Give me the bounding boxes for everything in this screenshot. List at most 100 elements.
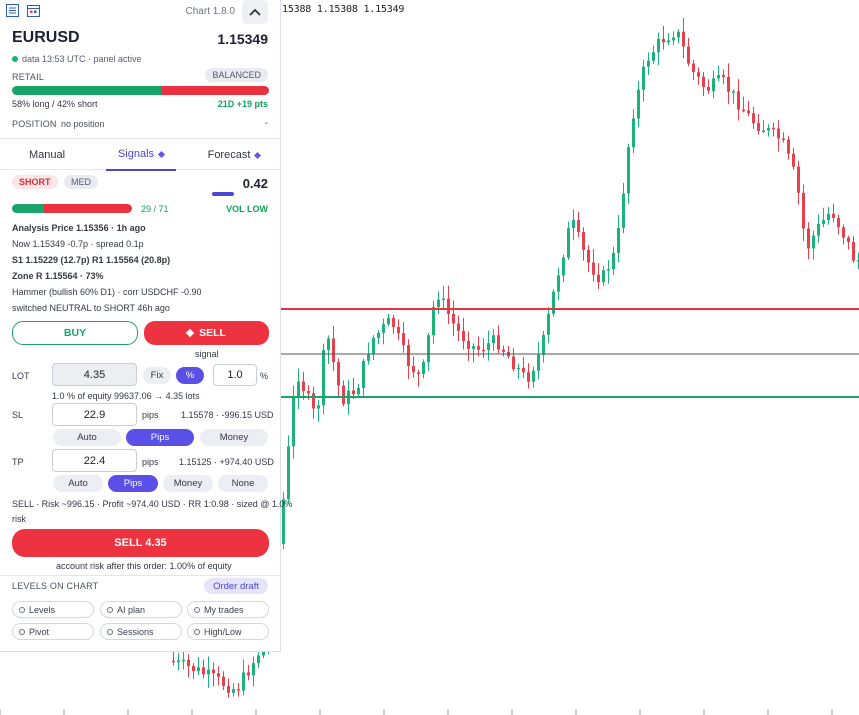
- candle-body: [452, 313, 455, 324]
- tab-manual-label: Manual: [28, 149, 66, 161]
- chip-high-low[interactable]: High/Low: [187, 623, 269, 640]
- lot-input[interactable]: 4.35: [52, 363, 137, 386]
- candle-body: [527, 372, 530, 382]
- sl-input[interactable]: 22.9: [52, 403, 137, 426]
- sell-button[interactable]: SELL: [144, 321, 269, 345]
- candle-body: [177, 660, 180, 663]
- tab-forecast[interactable]: Forecast: [198, 139, 270, 171]
- tp-mode-none[interactable]: None: [218, 475, 268, 492]
- candle-body: [467, 341, 470, 349]
- signal-direction-badge: SHORT: [12, 175, 58, 189]
- signal-caption: signal: [195, 349, 219, 359]
- candle-body: [207, 669, 210, 675]
- chevron-up-icon: [249, 8, 261, 16]
- sl-mode-pips[interactable]: Pips: [126, 429, 194, 446]
- candle-body: [197, 667, 200, 672]
- order-summary: SELL · Risk ~996.15 · Profit ~974.40 USD…: [12, 499, 293, 509]
- calendar-icon[interactable]: [27, 4, 40, 17]
- candle-body: [532, 370, 535, 382]
- candle-body: [682, 31, 685, 47]
- order-draft-button[interactable]: Order draft: [204, 578, 268, 594]
- candle-body: [847, 237, 850, 242]
- candle-body: [792, 153, 795, 167]
- sl-info: 1.15578 · -996.15 USD: [181, 410, 274, 420]
- analysis-pattern: Hammer (bullish 60% D1) · corr USDCHF -0…: [12, 287, 202, 297]
- retail-long-segment: [12, 86, 162, 95]
- candle-body: [312, 393, 315, 409]
- candle-body: [357, 387, 360, 395]
- tab-manual[interactable]: Manual: [12, 139, 82, 171]
- lot-percent-unit: %: [260, 371, 269, 381]
- candle-body: [417, 372, 420, 375]
- chip-my-trades[interactable]: My trades: [187, 601, 269, 618]
- candle-body: [767, 127, 770, 131]
- candle-body: [457, 323, 460, 331]
- candle-body: [632, 118, 635, 148]
- candle-body: [362, 360, 365, 388]
- submit-sell-button[interactable]: SELL 4.35: [12, 529, 269, 557]
- candle-body: [617, 227, 620, 253]
- levels-label: LEVELS ON CHART: [12, 581, 99, 591]
- chip-my-trades-label: My trades: [204, 604, 244, 615]
- collapse-button[interactable]: [242, 0, 268, 24]
- candle-body: [797, 166, 800, 193]
- tp-mode-money[interactable]: Money: [163, 475, 213, 492]
- chip-sessions[interactable]: Sessions: [100, 623, 182, 640]
- lot-percent-input[interactable]: 1.0: [213, 364, 257, 386]
- candle-body: [807, 228, 810, 249]
- candle-body: [772, 127, 775, 130]
- buy-button[interactable]: BUY: [12, 321, 138, 345]
- candle-body: [787, 139, 790, 154]
- chip-pivot[interactable]: Pivot: [12, 623, 94, 640]
- tp-input[interactable]: 22.4: [52, 449, 137, 472]
- tp-mode-auto[interactable]: Auto: [53, 475, 103, 492]
- tab-signals[interactable]: Signals: [106, 139, 176, 171]
- candle-body: [622, 193, 625, 228]
- buy-button-label: BUY: [63, 327, 87, 339]
- sell-button-label: SELL: [199, 327, 226, 339]
- candle-body: [407, 345, 410, 367]
- lot-percent-button[interactable]: %: [176, 367, 204, 384]
- candle-body: [242, 672, 245, 691]
- sl-mode-money[interactable]: Money: [200, 429, 268, 446]
- chip-ai-plan[interactable]: AI plan: [100, 601, 182, 618]
- candle-body: [737, 91, 740, 110]
- candle-body: [642, 66, 645, 90]
- candle-body: [662, 38, 665, 43]
- candle-body: [502, 349, 505, 352]
- candle-body: [367, 354, 370, 361]
- lot-fix-button[interactable]: Fix: [143, 367, 171, 384]
- candle-body: [342, 385, 345, 405]
- candle-body: [372, 337, 375, 355]
- diamond-icon: [157, 150, 166, 158]
- candle-body: [302, 381, 305, 391]
- circle-icon: [19, 606, 25, 613]
- candle-body: [237, 689, 240, 691]
- candle-body: [537, 354, 540, 371]
- candle-body: [187, 659, 190, 667]
- panel-tabs: Manual Signals Forecast: [0, 138, 280, 171]
- signal-vote-bar: [12, 204, 132, 213]
- diamond-icon: [254, 151, 262, 159]
- equity-line: 1.0 % of equity 99637.06 → 4.35 lots: [52, 391, 200, 401]
- candle-body: [822, 220, 825, 224]
- list-icon[interactable]: [6, 4, 19, 17]
- candle-body: [392, 317, 395, 328]
- tp-mode-pips[interactable]: Pips: [108, 475, 158, 492]
- chip-pivot-label: Pivot: [29, 626, 50, 637]
- candle-body: [257, 655, 260, 664]
- candle-body: [337, 362, 340, 386]
- signal-score: 0.42: [242, 176, 268, 191]
- candle-body: [212, 669, 215, 674]
- sl-mode-auto[interactable]: Auto: [53, 429, 121, 446]
- candle-body: [297, 381, 300, 397]
- vol-label: VOL LOW: [226, 204, 268, 214]
- data-status-text: data 13:53 UTC · panel active: [22, 54, 142, 64]
- version-label: Chart 1.8.0: [185, 6, 235, 17]
- chip-levels[interactable]: Levels: [12, 601, 94, 618]
- candle-body: [292, 396, 295, 447]
- candle-body: [182, 659, 185, 662]
- candle-body: [742, 109, 745, 112]
- position-dash: -: [264, 118, 268, 129]
- candle-body: [827, 213, 830, 221]
